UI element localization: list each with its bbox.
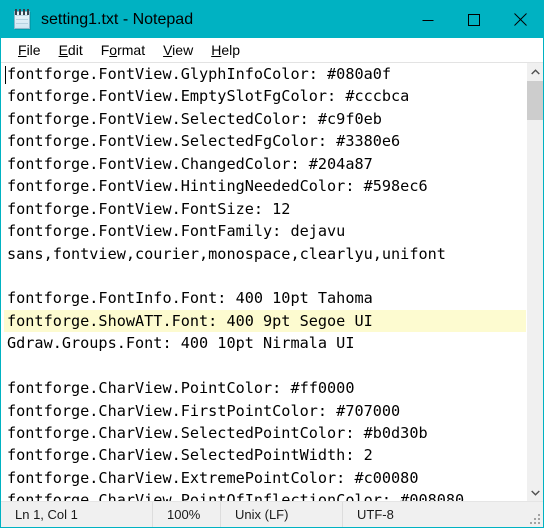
maximize-button[interactable]: [451, 1, 497, 38]
status-zoom-level[interactable]: 100%: [153, 502, 221, 527]
menu-file-rest: ile: [26, 42, 41, 58]
editor-line: fontforge.CharView.SelectedPointColor: #…: [7, 424, 428, 442]
editor-line: fontforge.FontView.FontFamily: dejavu: [7, 222, 346, 241]
editor-line: fontforge.FontView.HintingNeededColor: #…: [7, 177, 428, 196]
editor-line: fontforge.FontInfo.Font: 400 10pt Tahoma: [7, 289, 373, 308]
menu-file-mnemonic: F: [18, 42, 27, 58]
menu-view-mnemonic: V: [163, 42, 173, 58]
vertical-scrollbar[interactable]: [526, 63, 543, 501]
minimize-button[interactable]: [405, 1, 451, 38]
editor-line: fontforge.FontView.FontSize: 12: [7, 199, 291, 218]
menu-format[interactable]: Format: [92, 43, 154, 57]
title-bar: setting1.txt - Notepad: [1, 1, 543, 38]
menu-view[interactable]: View: [154, 43, 202, 57]
editor-line: fontforge.CharView.PointOfInflectionColo…: [7, 491, 465, 501]
notepad-icon: [13, 9, 32, 30]
menu-help[interactable]: Help: [202, 43, 249, 57]
scrollbar-thumb[interactable]: [527, 81, 543, 120]
editor-line: fontforge.FontView.ChangedColor: #204a87: [7, 154, 373, 173]
editor-line: fontforge.FontView.SelectedColor: #c9f0e…: [7, 109, 382, 128]
menu-file[interactable]: File: [9, 43, 50, 57]
status-bar: Ln 1, Col 1 100% Unix (LF) UTF-8: [1, 501, 543, 527]
editor-line: fontforge.CharView.SelectedPointWidth: 2: [7, 446, 373, 465]
editor-line: fontforge.FontView.SelectedFgColor: #338…: [7, 132, 401, 151]
menu-edit[interactable]: Edit: [50, 43, 92, 57]
menu-help-mnemonic: H: [211, 42, 222, 58]
status-line-ending: Unix (LF): [221, 502, 343, 527]
menu-edit-mnemonic: E: [58, 42, 68, 58]
menu-view-rest: iew: [172, 42, 194, 58]
editor-line: fontforge.CharView.FirstPointColor: #707…: [7, 401, 401, 420]
window-title: setting1.txt - Notepad: [41, 10, 194, 28]
editor-line: fontforge.ShowATT.Font: 400 9pt Segoe UI: [4, 309, 526, 333]
editor-line: fontforge.FontView.EmptySlotFgColor: #cc…: [7, 87, 410, 106]
menu-help-rest: elp: [221, 42, 240, 58]
scroll-down-icon[interactable]: [527, 484, 543, 501]
text-editor[interactable]: fontforge.FontView.GlyphInfoColor: #080a…: [1, 63, 526, 501]
menu-format-rest: rmat: [117, 42, 146, 58]
close-button[interactable]: [497, 1, 543, 38]
window-controls: [405, 1, 543, 38]
editor-line: fontforge.FontView.GlyphInfoColor: #080a…: [7, 65, 392, 83]
text-caret: [5, 66, 6, 84]
status-cursor-position: Ln 1, Col 1: [1, 502, 153, 527]
menu-format-mnemonic: o: [109, 42, 118, 58]
status-encoding: UTF-8: [357, 507, 394, 522]
resize-grip-icon[interactable]: [529, 513, 540, 524]
editor-line: Gdraw.Groups.Font: 400 10pt Nirmala UI: [7, 334, 355, 353]
notepad-window: setting1.txt - Notepad File Edit Format …: [0, 0, 544, 528]
editor-line: fontforge.CharView.ExtremePointColor: #c…: [7, 468, 419, 487]
editor-area: fontforge.FontView.GlyphInfoColor: #080a…: [1, 62, 543, 501]
scroll-up-icon[interactable]: [527, 63, 543, 80]
editor-line: sans,fontview,courier,monospace,clearlyu…: [7, 244, 446, 263]
editor-line: fontforge.CharView.PointColor: #ff0000: [7, 379, 355, 398]
menu-bar: File Edit Format View Help: [1, 38, 543, 62]
menu-edit-rest: dit: [67, 42, 83, 58]
menu-format-pre: F: [100, 42, 110, 58]
